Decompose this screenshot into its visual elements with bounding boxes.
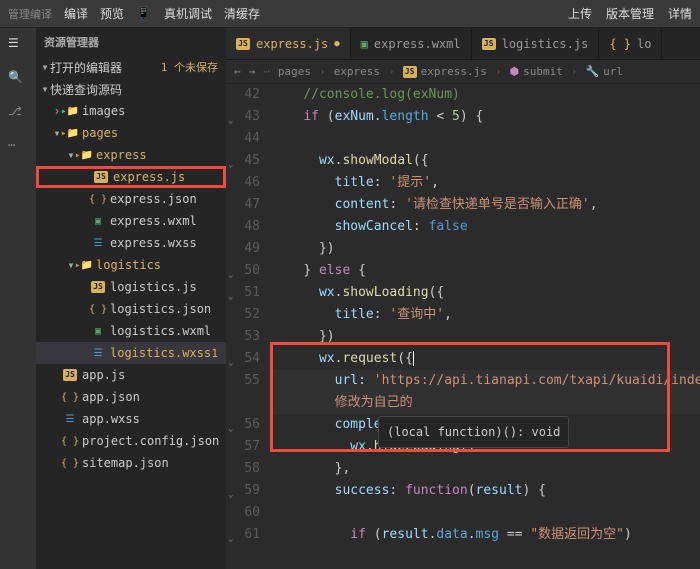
crumb-part: ⬢submit: [509, 65, 562, 78]
sidebar-title: 资源管理器: [36, 28, 226, 56]
folder-item[interactable]: ›▸📁images: [36, 100, 226, 122]
menu-debug[interactable]: 真机调试: [164, 5, 212, 22]
device-icon[interactable]: 📱: [136, 6, 152, 22]
crumb-part: JSexpress.js: [403, 65, 487, 78]
line-gutter: 42⌄4344⌄4546474849⌄50⌄515253⌄5455⌄565758…: [226, 84, 268, 569]
editor-tab[interactable]: JSexpress.js●: [226, 28, 351, 59]
menu-version[interactable]: 版本管理: [606, 5, 654, 22]
file-item[interactable]: ☰express.wxss: [36, 232, 226, 254]
topbar: 管理编译 编译 预览 📱 真机调试 清缓存 上传 版本管理 详情: [0, 0, 700, 28]
code-line[interactable]: url: 'https://api.tianapi.com/txapi/kuai…: [272, 370, 700, 392]
code-line[interactable]: success: function(result) {: [272, 480, 700, 502]
editor-tab[interactable]: { }lo: [599, 28, 662, 59]
code-line[interactable]: showCancel: false: [272, 216, 700, 238]
hover-tooltip: (local function)(): void: [378, 416, 569, 448]
file-item[interactable]: JSapp.js: [36, 364, 226, 386]
menu-clearcache[interactable]: 清缓存: [224, 5, 260, 22]
folder-item[interactable]: ▾▸📁pages: [36, 122, 226, 144]
folder-item[interactable]: ▾▸📁express: [36, 144, 226, 166]
fold-icon[interactable]: ⌄: [228, 528, 233, 550]
editor-tab[interactable]: JSlogistics.js: [472, 28, 600, 59]
window-title: 管理编译: [8, 6, 52, 22]
scm-icon[interactable]: ⎇: [8, 104, 28, 124]
explorer-icon[interactable]: ☰: [8, 36, 28, 56]
code-line[interactable]: if (exNum.length < 5) {: [272, 106, 700, 128]
section-header[interactable]: ▾快递查询源码: [36, 78, 226, 100]
search-icon[interactable]: 🔍: [8, 70, 28, 90]
code-line[interactable]: title: '提示',: [272, 172, 700, 194]
code-line[interactable]: 修改为自己的: [272, 392, 700, 414]
crumb-nav-back[interactable]: ←: [234, 65, 241, 78]
file-item[interactable]: { }express.json: [36, 188, 226, 210]
code-line[interactable]: content: '请检查快递单号是否输入正确',: [272, 194, 700, 216]
code-line[interactable]: [272, 502, 700, 524]
activitybar: ☰ 🔍 ⎇ ⋯: [0, 28, 36, 569]
folder-item[interactable]: ▾▸📁logistics: [36, 254, 226, 276]
editor-tabs: JSexpress.js●▣express.wxmlJSlogistics.js…: [226, 28, 700, 60]
code-line[interactable]: wx.request({: [272, 348, 700, 370]
code-line[interactable]: wx.showModal({: [272, 150, 700, 172]
editor-tab[interactable]: ▣express.wxml: [351, 28, 472, 59]
file-item[interactable]: JSlogistics.js: [36, 276, 226, 298]
code-line[interactable]: title: '查询中',: [272, 304, 700, 326]
menu-preview[interactable]: 预览: [100, 5, 124, 22]
file-item[interactable]: { }logistics.json: [36, 298, 226, 320]
file-item[interactable]: { }project.config.json: [36, 430, 226, 452]
code-line[interactable]: }): [272, 238, 700, 260]
editor-area: JSexpress.js●▣express.wxmlJSlogistics.js…: [226, 28, 700, 569]
menu-upload[interactable]: 上传: [568, 5, 592, 22]
section-header[interactable]: ▾打开的编辑器1 个未保存: [36, 56, 226, 78]
code-line[interactable]: },: [272, 458, 700, 480]
crumb-nav-fwd[interactable]: →: [249, 65, 256, 78]
file-item[interactable]: { }app.json: [36, 386, 226, 408]
file-item[interactable]: ☰logistics.wxss1: [36, 342, 226, 364]
code-lines[interactable]: //console.log(exNum) if (exNum.length < …: [268, 84, 700, 569]
crumb-part: 🔧url: [585, 65, 623, 78]
more-icon[interactable]: ⋯: [8, 138, 28, 158]
code-editor[interactable]: 42⌄4344⌄4546474849⌄50⌄515253⌄5455⌄565758…: [226, 84, 700, 569]
code-line[interactable]: wx.showLoading({: [272, 282, 700, 304]
code-line[interactable]: //console.log(exNum): [272, 84, 700, 106]
menu-compile[interactable]: 编译: [64, 5, 88, 22]
crumb-part: pages: [278, 65, 311, 78]
file-item[interactable]: ▣logistics.wxml: [36, 320, 226, 342]
menu-details[interactable]: 详情: [668, 5, 692, 22]
code-line[interactable]: if (result.data.msg == "数据返回为空"): [272, 524, 700, 546]
code-line[interactable]: [272, 128, 700, 150]
sidebar: 资源管理器 ▾打开的编辑器1 个未保存▾快递查询源码›▸📁images▾▸📁pa…: [36, 28, 226, 569]
file-tree: ▾打开的编辑器1 个未保存▾快递查询源码›▸📁images▾▸📁pages▾▸📁…: [36, 56, 226, 474]
file-item[interactable]: ☰app.wxss: [36, 408, 226, 430]
breadcrumb[interactable]: ← → ⋯ pages › express › JSexpress.js › ⬢…: [226, 60, 700, 84]
crumb-part: express: [334, 65, 380, 78]
code-line[interactable]: }): [272, 326, 700, 348]
file-item[interactable]: { }sitemap.json: [36, 452, 226, 474]
code-line[interactable]: } else {: [272, 260, 700, 282]
file-item[interactable]: ▣express.wxml: [36, 210, 226, 232]
file-item[interactable]: JSexpress.js: [36, 166, 226, 188]
